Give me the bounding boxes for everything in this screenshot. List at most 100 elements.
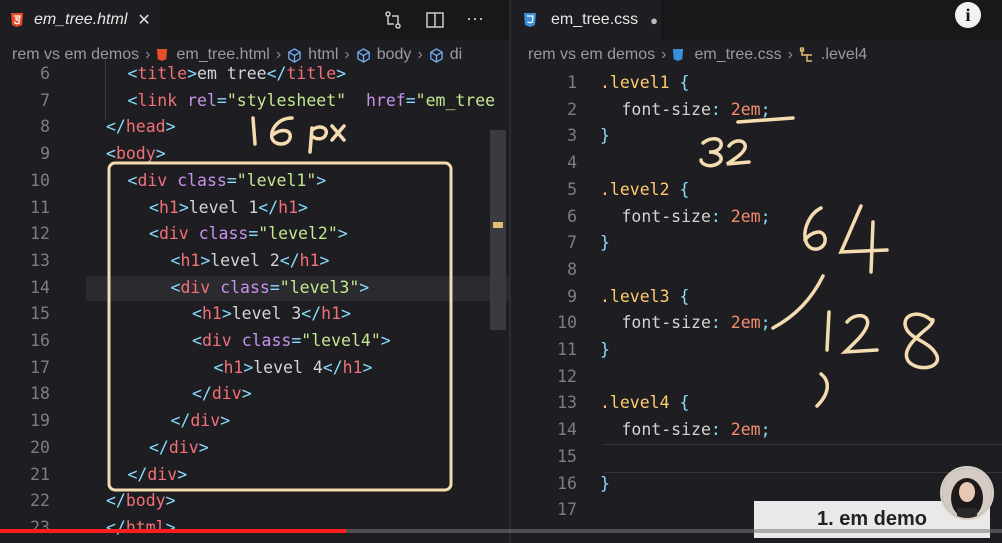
code-token: >: [380, 331, 391, 350]
code-token: <: [127, 90, 138, 110]
code-line[interactable]: </div>: [171, 407, 231, 434]
code-token: em tree: [197, 64, 267, 83]
code-line[interactable]: <h1>level 3</h1>: [192, 300, 351, 327]
html-code-area[interactable]: 6 <title>em tree</title> 7 <link rel="style…: [0, 60, 510, 543]
code-line[interactable]: <body>: [106, 140, 166, 167]
code-token: >: [221, 304, 232, 324]
code-line[interactable]: font-size: 2em;: [622, 203, 771, 230]
code-token: =: [269, 277, 280, 297]
code-token: </: [322, 357, 343, 377]
code-token: class: [241, 331, 292, 350]
code-line[interactable]: <h1>level 1</h1>: [149, 194, 308, 221]
code-token: <: [170, 277, 181, 297]
code-token: </: [301, 304, 322, 324]
code-line[interactable]: .level2 {: [600, 176, 689, 203]
code-token: div: [147, 464, 178, 484]
line-number: 15: [557, 446, 577, 466]
code-token: h1: [321, 304, 342, 324]
code-line[interactable]: .level4 {: [600, 389, 689, 416]
code-token: >: [362, 357, 373, 377]
code-token: >: [165, 117, 176, 137]
line-number: 10: [30, 170, 50, 190]
code-line[interactable]: <h1>level 2</h1>: [171, 247, 330, 274]
code-token: class: [220, 277, 270, 297]
code-token: {: [679, 286, 690, 306]
code-token: .level1: [600, 73, 670, 92]
unsaved-dot-icon[interactable]: ●: [650, 13, 658, 28]
line-number: 11: [30, 197, 50, 217]
code-line[interactable]: }: [600, 229, 610, 256]
code-line[interactable]: <div class="level4">: [192, 327, 391, 354]
code-line[interactable]: font-size: 2em;: [622, 96, 771, 123]
code-token: ;: [760, 420, 771, 440]
code-line[interactable]: <div class="level2">: [149, 220, 348, 247]
code-token: :: [710, 206, 731, 226]
code-token: "level1": [236, 170, 317, 190]
line-number: 2: [567, 99, 577, 119]
code-line[interactable]: .level3 {: [600, 283, 689, 310]
code-token: </: [127, 464, 148, 484]
compare-changes-icon[interactable]: [383, 10, 403, 30]
code-line[interactable]: }: [600, 470, 610, 497]
code-line[interactable]: <div class="level3">: [171, 274, 370, 301]
code-line[interactable]: .level1 {: [600, 69, 689, 96]
code-token: >: [298, 197, 308, 217]
code-line[interactable]: </head>: [106, 113, 176, 140]
code-token: >: [319, 250, 330, 270]
code-token: =: [216, 90, 227, 110]
code-token: <: [192, 331, 202, 350]
code-token: class: [198, 224, 249, 244]
tab-em-tree-html[interactable]: em_tree.html ✕: [0, 0, 160, 40]
code-token: h1: [158, 197, 179, 217]
code-token: <: [127, 170, 138, 190]
code-token: >: [200, 250, 211, 270]
code-line[interactable]: <h1>level 4</h1>: [214, 354, 373, 381]
code-line[interactable]: </div>: [128, 461, 188, 488]
code-line[interactable]: </div>: [192, 380, 252, 407]
close-tab-icon[interactable]: ✕: [137, 10, 150, 30]
code-token: >: [220, 411, 231, 431]
code-token: link: [137, 90, 188, 110]
code-line[interactable]: font-size: 2em;: [622, 416, 771, 443]
code-token: .level3: [600, 286, 670, 306]
code-token: ;: [760, 99, 771, 119]
code-line[interactable]: }: [600, 122, 610, 149]
code-token: "stylesheet": [226, 90, 347, 110]
code-token: =: [226, 170, 237, 190]
code-token: :: [710, 313, 731, 333]
line-number: 4: [567, 153, 577, 173]
code-line[interactable]: </div>: [149, 434, 209, 461]
css-code-area[interactable]: 1 .level1 {2 font-size: 2em; 3} 4 5 .level2 {6…: [511, 60, 1002, 543]
code-line[interactable]: <title>em tree</title>: [128, 60, 347, 87]
scrollbar[interactable]: [490, 130, 506, 330]
code-line[interactable]: }: [600, 336, 610, 363]
code-token: level 2: [210, 250, 280, 270]
code-line[interactable]: <link rel="stylesheet" href="em_tree: [128, 87, 496, 114]
tab-em-tree-css[interactable]: em_tree.css ●: [511, 0, 661, 40]
code-line[interactable]: </html>: [106, 514, 176, 541]
more-actions-icon[interactable]: ···: [466, 8, 484, 29]
line-number: 1: [567, 73, 577, 92]
code-token: font-size: [621, 99, 711, 119]
code-token: }: [600, 473, 610, 493]
code-token: >: [341, 304, 351, 324]
code-token: </: [106, 491, 126, 511]
split-editor-icon[interactable]: [425, 10, 445, 30]
code-line[interactable]: font-size: 2em;: [622, 309, 771, 336]
code-token: 2em: [730, 206, 761, 226]
code-token: level 4: [253, 357, 323, 377]
info-icon[interactable]: i: [955, 2, 981, 28]
code-token: level 1: [188, 197, 259, 217]
code-token: h1: [299, 250, 320, 270]
line-number: 7: [40, 90, 50, 110]
code-token: "level4": [301, 331, 381, 350]
code-token: }: [600, 126, 610, 146]
code-token: h1: [201, 304, 222, 324]
code-line[interactable]: <div class="level1">: [128, 167, 327, 194]
line-number: 16: [30, 331, 50, 350]
code-token: <: [192, 304, 202, 324]
code-token: "level2": [258, 224, 338, 244]
code-line[interactable]: </body>: [106, 487, 176, 514]
line-number: 3: [567, 126, 577, 146]
